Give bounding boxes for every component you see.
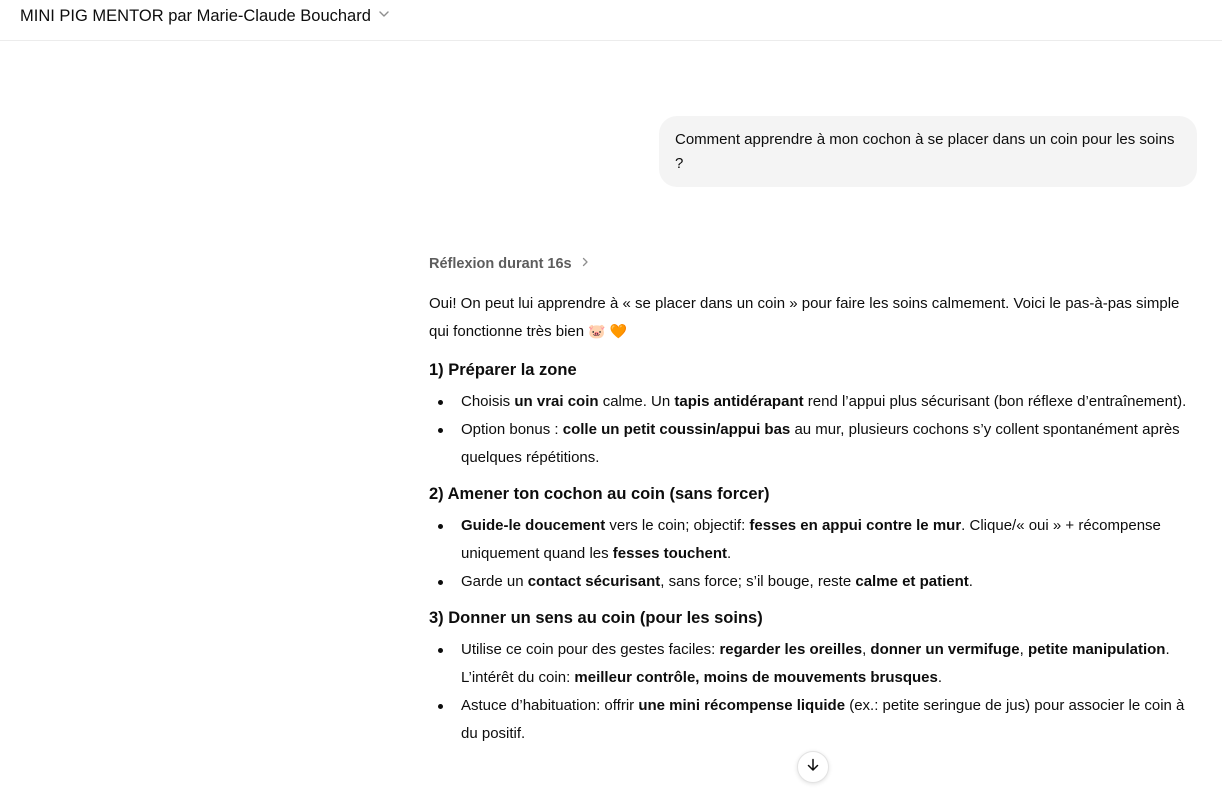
scroll-to-bottom-button[interactable]: [797, 751, 829, 783]
bullet-list: Guide-le doucement vers le coin; objecti…: [429, 512, 1189, 596]
orange-heart-emoji: 🧡: [609, 324, 628, 340]
text: Garde un: [461, 573, 528, 590]
bold-text: contact sécurisant: [527, 573, 661, 590]
bold-text: tapis antidérapant: [674, 393, 804, 410]
section-heading: 2) Amener ton cochon au coin (sans force…: [429, 485, 770, 503]
bold-text: fesses en appui contre le mur: [749, 517, 962, 534]
steps-container: 1) Préparer la zone Choisis un vrai coin …: [429, 358, 1189, 748]
text: Utilise ce coin pour des gestes faciles:: [461, 641, 720, 658]
list-item: Guide-le doucement vers le coin; objecti…: [429, 512, 1189, 568]
bold-text: un vrai coin: [514, 393, 599, 410]
bold-text: meilleur contrôle, moins de mouvements b…: [574, 669, 938, 686]
text: calme. Un: [598, 393, 675, 410]
pig-face-emoji: 🐷: [588, 324, 606, 340]
text: .: [726, 545, 732, 562]
chevron-down-icon: [377, 7, 391, 26]
top-bar: MINI PIG MENTOR par Marie-Claude Bouchar…: [0, 0, 1222, 41]
chevron-right-icon: [576, 256, 591, 272]
section-heading: 1) Préparer la zone: [429, 361, 577, 379]
bold-text: colle un petit coussin/appui bas: [562, 421, 791, 438]
text: .: [937, 669, 943, 686]
reasoning-label: Réflexion durant 16s: [429, 256, 572, 272]
list-item: Choisis un vrai coin calme. Un tapis ant…: [429, 388, 1189, 416]
gpt-title: MINI PIG MENTOR par Marie-Claude Bouchar…: [20, 6, 371, 25]
list-item: Option bonus : colle un petit coussin/ap…: [429, 416, 1189, 472]
bold-text: donner un vermifuge: [870, 641, 1020, 658]
text: .: [968, 573, 973, 590]
bold-text: Guide-le doucement: [461, 517, 606, 534]
text: rend l’appui plus sécurisant (bon réflex…: [803, 393, 1187, 410]
text: , sans force; s’il bouge, reste: [660, 573, 856, 590]
list-item: Utilise ce coin pour des gestes faciles:…: [429, 636, 1189, 692]
bullet-list: Utilise ce coin pour des gestes faciles:…: [429, 636, 1189, 748]
gpt-title-menu-button[interactable]: MINI PIG MENTOR par Marie-Claude Bouchar…: [12, 4, 399, 28]
list-item: Astuce d’habituation: offrir une mini ré…: [429, 692, 1189, 748]
bold-text: regarder les oreilles: [719, 641, 863, 658]
bold-text: calme et patient: [855, 573, 969, 590]
text: Choisis: [461, 393, 515, 410]
text: ,: [1019, 641, 1028, 658]
section-heading: 3) Donner un sens au coin (pour les soin…: [429, 609, 763, 627]
bold-text: fesses touchent: [612, 545, 727, 562]
list-item: Garde un contact sécurisant, sans force;…: [429, 568, 1189, 596]
bold-text: une mini récompense liquide: [638, 697, 846, 714]
user-message-text: Comment apprendre à mon cochon à se plac…: [675, 131, 1175, 172]
text: vers le coin; objectif:: [605, 517, 750, 534]
bullet-list: Choisis un vrai coin calme. Un tapis ant…: [429, 388, 1189, 472]
assistant-intro: Oui! On peut lui apprendre à « se placer…: [429, 290, 1189, 346]
reasoning-toggle[interactable]: Réflexion durant 16s: [429, 250, 1189, 278]
text: Astuce d’habituation: offrir: [461, 697, 639, 714]
arrow-down-icon: [805, 757, 821, 778]
intro-text: Oui! On peut lui apprendre à « se placer…: [429, 295, 1180, 340]
assistant-message: Réflexion durant 16s Oui! On peut lui ap…: [429, 250, 1189, 748]
user-message-bubble: Comment apprendre à mon cochon à se plac…: [659, 116, 1197, 187]
bold-text: petite manipulation: [1027, 641, 1166, 658]
text: Option bonus :: [461, 421, 563, 438]
